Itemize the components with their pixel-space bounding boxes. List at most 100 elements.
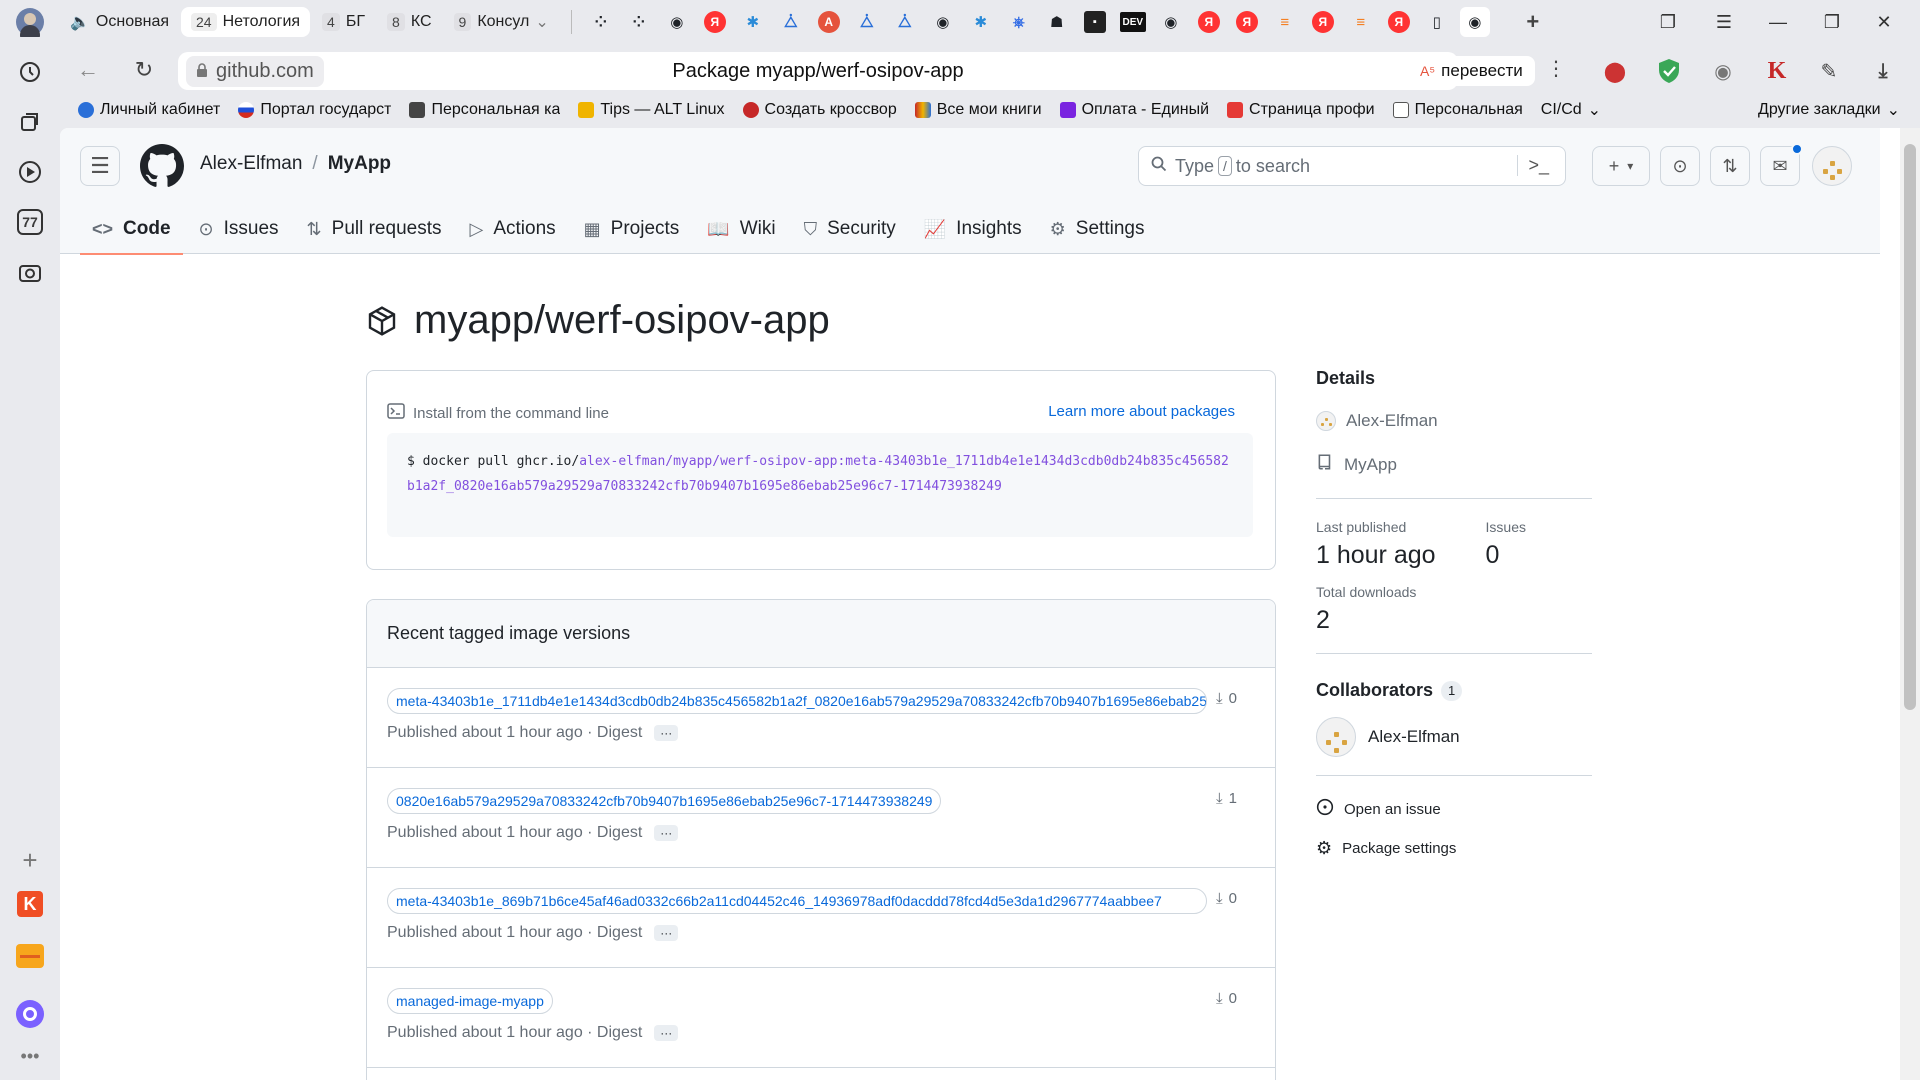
bookmark-item[interactable]: Tips — ALT Linux	[578, 101, 725, 119]
bookmark-item[interactable]: Портал государст	[238, 101, 391, 119]
dots-tab-icon[interactable]: ⁘	[586, 7, 616, 37]
command-palette-icon[interactable]: >_	[1517, 155, 1549, 176]
domain-pill[interactable]: github.com	[186, 55, 324, 87]
profile-tab-icon[interactable]: ▪	[1083, 11, 1106, 33]
digest-expand-button[interactable]: ···	[654, 825, 679, 841]
breadcrumb-repo-link[interactable]: MyApp	[328, 153, 391, 175]
breadcrumb-owner-link[interactable]: Alex-Elfman	[200, 153, 302, 175]
page-scrollbar[interactable]	[1900, 128, 1920, 1080]
tab-insights[interactable]: 📈 Insights	[912, 204, 1034, 254]
yandex-tab-icon[interactable]: Я	[1387, 11, 1410, 33]
tab-group-consul[interactable]: 9 Консул ⌄	[444, 7, 559, 37]
screenshot-icon[interactable]	[14, 256, 46, 288]
argo-tab-icon[interactable]: ⧊	[852, 7, 882, 37]
version-tag-link[interactable]: 0820e16ab579a29529a70833242cfb70b9407b16…	[387, 788, 942, 814]
tabs-panel-icon[interactable]: ❐	[1650, 8, 1686, 36]
issues-button[interactable]: ⊙	[1660, 146, 1700, 186]
stackoverflow-tab-icon[interactable]: ≡	[1270, 7, 1300, 37]
version-tag-link[interactable]: managed-image-myapp	[387, 988, 553, 1014]
collaborator-item[interactable]: Alex-Elfman	[1316, 717, 1592, 757]
add-panel-icon[interactable]: +	[14, 844, 46, 876]
extension-icon[interactable]: ⬤	[1598, 54, 1632, 88]
argo-tab-icon[interactable]: ⧊	[776, 7, 806, 37]
badge-icon[interactable]: 77	[14, 206, 46, 238]
tab-actions[interactable]: ▷ Actions	[457, 204, 567, 254]
details-owner-link[interactable]: Alex-Elfman	[1316, 411, 1592, 431]
tab-group-ks[interactable]: 8 КС	[377, 7, 442, 37]
details-repo-link[interactable]: MyApp	[1316, 453, 1592, 476]
mail-app-icon[interactable]	[14, 940, 46, 972]
adguard-icon[interactable]	[1652, 54, 1686, 88]
user-avatar[interactable]	[1812, 146, 1852, 186]
tab-settings[interactable]: ⚙ Settings	[1038, 204, 1157, 254]
dev-tab-icon[interactable]: DEV	[1119, 12, 1146, 32]
github-tab-icon[interactable]: ◉	[928, 7, 958, 37]
kinopoisk-app-icon[interactable]: K	[14, 888, 46, 920]
bookmark-item[interactable]: Создать кроссвор	[742, 101, 897, 119]
stackoverflow-tab-icon[interactable]: ≡	[1346, 7, 1376, 37]
hamburger-menu-button[interactable]: ☰	[80, 146, 120, 186]
pull-requests-button[interactable]: ⇅	[1710, 146, 1750, 186]
new-tab-button[interactable]: +	[1518, 7, 1548, 37]
github-logo-icon[interactable]	[140, 144, 184, 188]
download-icon[interactable]: ⤓	[1866, 54, 1900, 88]
address-bar[interactable]: github.com Package myapp/werf-osipov-app…	[178, 52, 1458, 90]
tab-wiki[interactable]: 📖 Wiki	[695, 204, 787, 254]
bookmark-item[interactable]: Страница профи	[1227, 101, 1375, 119]
media-player-icon[interactable]	[14, 156, 46, 188]
search-input[interactable]: Type / to search >_	[1138, 146, 1566, 186]
app-tab-icon[interactable]: ✱	[966, 7, 996, 37]
reload-button[interactable]: ↻	[124, 50, 164, 90]
learn-more-link[interactable]: Learn more about packages	[1048, 403, 1235, 420]
profile-avatar[interactable]	[14, 6, 46, 38]
yandex-tab-icon[interactable]: Я	[703, 11, 726, 33]
bookmark-item[interactable]: Все мои книги	[914, 101, 1042, 119]
tab-issues[interactable]: ⊙ Issues	[187, 204, 291, 254]
tab-projects[interactable]: ▦ Projects	[572, 204, 692, 254]
yandex-tab-icon[interactable]: Я	[1235, 11, 1258, 33]
github-tab-icon[interactable]: ◉	[662, 7, 692, 37]
alice-assistant-icon[interactable]	[14, 998, 46, 1030]
history-icon[interactable]	[14, 56, 46, 88]
digest-expand-button[interactable]: ···	[654, 1025, 679, 1041]
digest-expand-button[interactable]: ···	[654, 725, 679, 741]
dots-tab-icon[interactable]: ⁘	[624, 7, 654, 37]
tab-pull-requests[interactable]: ⇅ Pull requests	[295, 204, 454, 254]
github-tab-icon-active[interactable]: ◉	[1459, 7, 1490, 37]
command-owner-link[interactable]: alex-elfman	[579, 454, 665, 469]
version-tag-link[interactable]: meta-43403b1e_1711db4e1e1434d3cdb0db24b8…	[387, 688, 1207, 714]
yandex-tab-icon[interactable]: Я	[1311, 11, 1334, 33]
back-button[interactable]: ←	[68, 50, 108, 90]
digest-expand-button[interactable]: ···	[654, 925, 679, 941]
close-icon[interactable]: ✕	[1866, 8, 1902, 36]
app-tab-icon[interactable]: A	[817, 11, 840, 33]
tab-group-bg[interactable]: 4 БГ	[312, 7, 375, 37]
inbox-button[interactable]: ✉	[1760, 143, 1803, 186]
tab-group-main[interactable]: 🔈 Основная	[60, 7, 179, 37]
ghost-tab-icon[interactable]: ☗	[1042, 7, 1072, 37]
kubernetes-tab-icon[interactable]: ⎈	[1004, 7, 1034, 37]
bookmark-item[interactable]: Оплата - Единый	[1059, 101, 1209, 119]
scrollbar-thumb[interactable]	[1904, 144, 1916, 710]
github-tab-icon[interactable]: ◉	[1156, 7, 1186, 37]
bookmark-folder[interactable]: CI/Cd ⌄	[1541, 100, 1601, 120]
tab-code[interactable]: <> Code	[80, 204, 183, 255]
menu-icon[interactable]: ☰	[1706, 8, 1742, 36]
create-new-button[interactable]: + ▾	[1592, 146, 1650, 186]
app-tab-icon[interactable]: ✱	[738, 7, 768, 37]
minimize-icon[interactable]: —	[1760, 8, 1796, 36]
translate-button[interactable]: A⁵ перевести	[1408, 56, 1535, 86]
bookmark-item[interactable]: Персональная ка	[409, 101, 560, 119]
extension-icon[interactable]: ◉	[1706, 54, 1740, 88]
package-settings-link[interactable]: ⚙ Package settings	[1316, 838, 1592, 859]
version-tag-link[interactable]: meta-43403b1e_869b71b6ce45af46ad0332c66b…	[387, 888, 1207, 914]
tab-security[interactable]: ⛉ Security	[792, 204, 908, 254]
collections-icon[interactable]	[14, 106, 46, 138]
bookmark-item[interactable]: Персональная	[1392, 101, 1523, 119]
install-command[interactable]: $ docker pull ghcr.io/alex-elfman/myapp/…	[387, 433, 1253, 537]
argo-tab-icon[interactable]: ⧊	[890, 7, 920, 37]
document-tab-icon[interactable]: ▯	[1422, 7, 1452, 37]
kinopoisk-extension-icon[interactable]: K	[1760, 54, 1794, 88]
open-issue-link[interactable]: Open an issue	[1316, 798, 1592, 820]
notes-icon[interactable]: ✎	[1812, 54, 1846, 88]
